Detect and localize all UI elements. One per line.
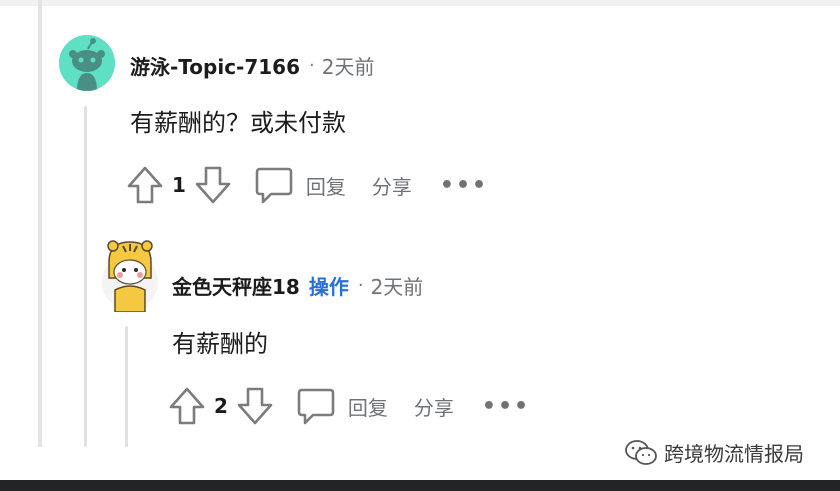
share-button[interactable]: 分享 <box>372 171 412 200</box>
avatar[interactable] <box>101 238 159 312</box>
vote-score: 1 <box>172 173 186 197</box>
reply-button[interactable]: 回复 <box>306 171 346 200</box>
watermark-text: 跨境物流情报局 <box>664 442 804 466</box>
author-name[interactable]: 游泳-Topic-7166 <box>130 51 300 80</box>
downvote-icon[interactable] <box>194 165 232 205</box>
comment-body: 有薪酬的？或未付款 <box>130 109 346 137</box>
vote-score: 2 <box>214 394 228 418</box>
snoo-avatar-icon <box>59 35 115 91</box>
reply-thread-line[interactable] <box>125 326 128 447</box>
comment-time[interactable]: 2天前 <box>371 271 424 300</box>
upvote-icon[interactable] <box>126 165 164 205</box>
comment-actions: 1 回复 分享 ••• <box>126 163 488 207</box>
avatar[interactable] <box>59 35 115 91</box>
comment-header: 金色天秤座18 操作 · 2天前 <box>172 270 423 300</box>
author-name[interactable]: 金色天秤座18 <box>172 271 300 300</box>
downvote-icon[interactable] <box>236 386 274 426</box>
wechat-icon <box>625 439 657 465</box>
comment-actions: 2 回复 分享 ••• <box>168 384 530 428</box>
separator-dot: · <box>309 54 315 76</box>
top-strip <box>0 0 840 6</box>
tiger-avatar-icon <box>102 240 158 312</box>
comment-thread-line[interactable] <box>84 106 87 447</box>
parent-thread-rail[interactable] <box>38 0 42 447</box>
bottom-bar <box>0 480 840 491</box>
more-options-button[interactable]: ••• <box>482 394 530 419</box>
share-button[interactable]: 分享 <box>414 392 454 421</box>
comment-time[interactable]: 2天前 <box>322 51 375 80</box>
more-options-button[interactable]: ••• <box>440 173 488 198</box>
watermark: 跨境物流情报局 <box>624 438 804 467</box>
comment-header: 游泳-Topic-7166 · 2天前 <box>130 50 375 80</box>
reply-icon[interactable] <box>254 165 294 205</box>
op-badge: 操作 <box>308 274 349 299</box>
upvote-icon[interactable] <box>168 386 206 426</box>
reply-icon[interactable] <box>296 386 336 426</box>
reply-button[interactable]: 回复 <box>348 392 388 421</box>
separator-dot: · <box>357 274 364 296</box>
comment-body: 有薪酬的 <box>172 330 268 358</box>
